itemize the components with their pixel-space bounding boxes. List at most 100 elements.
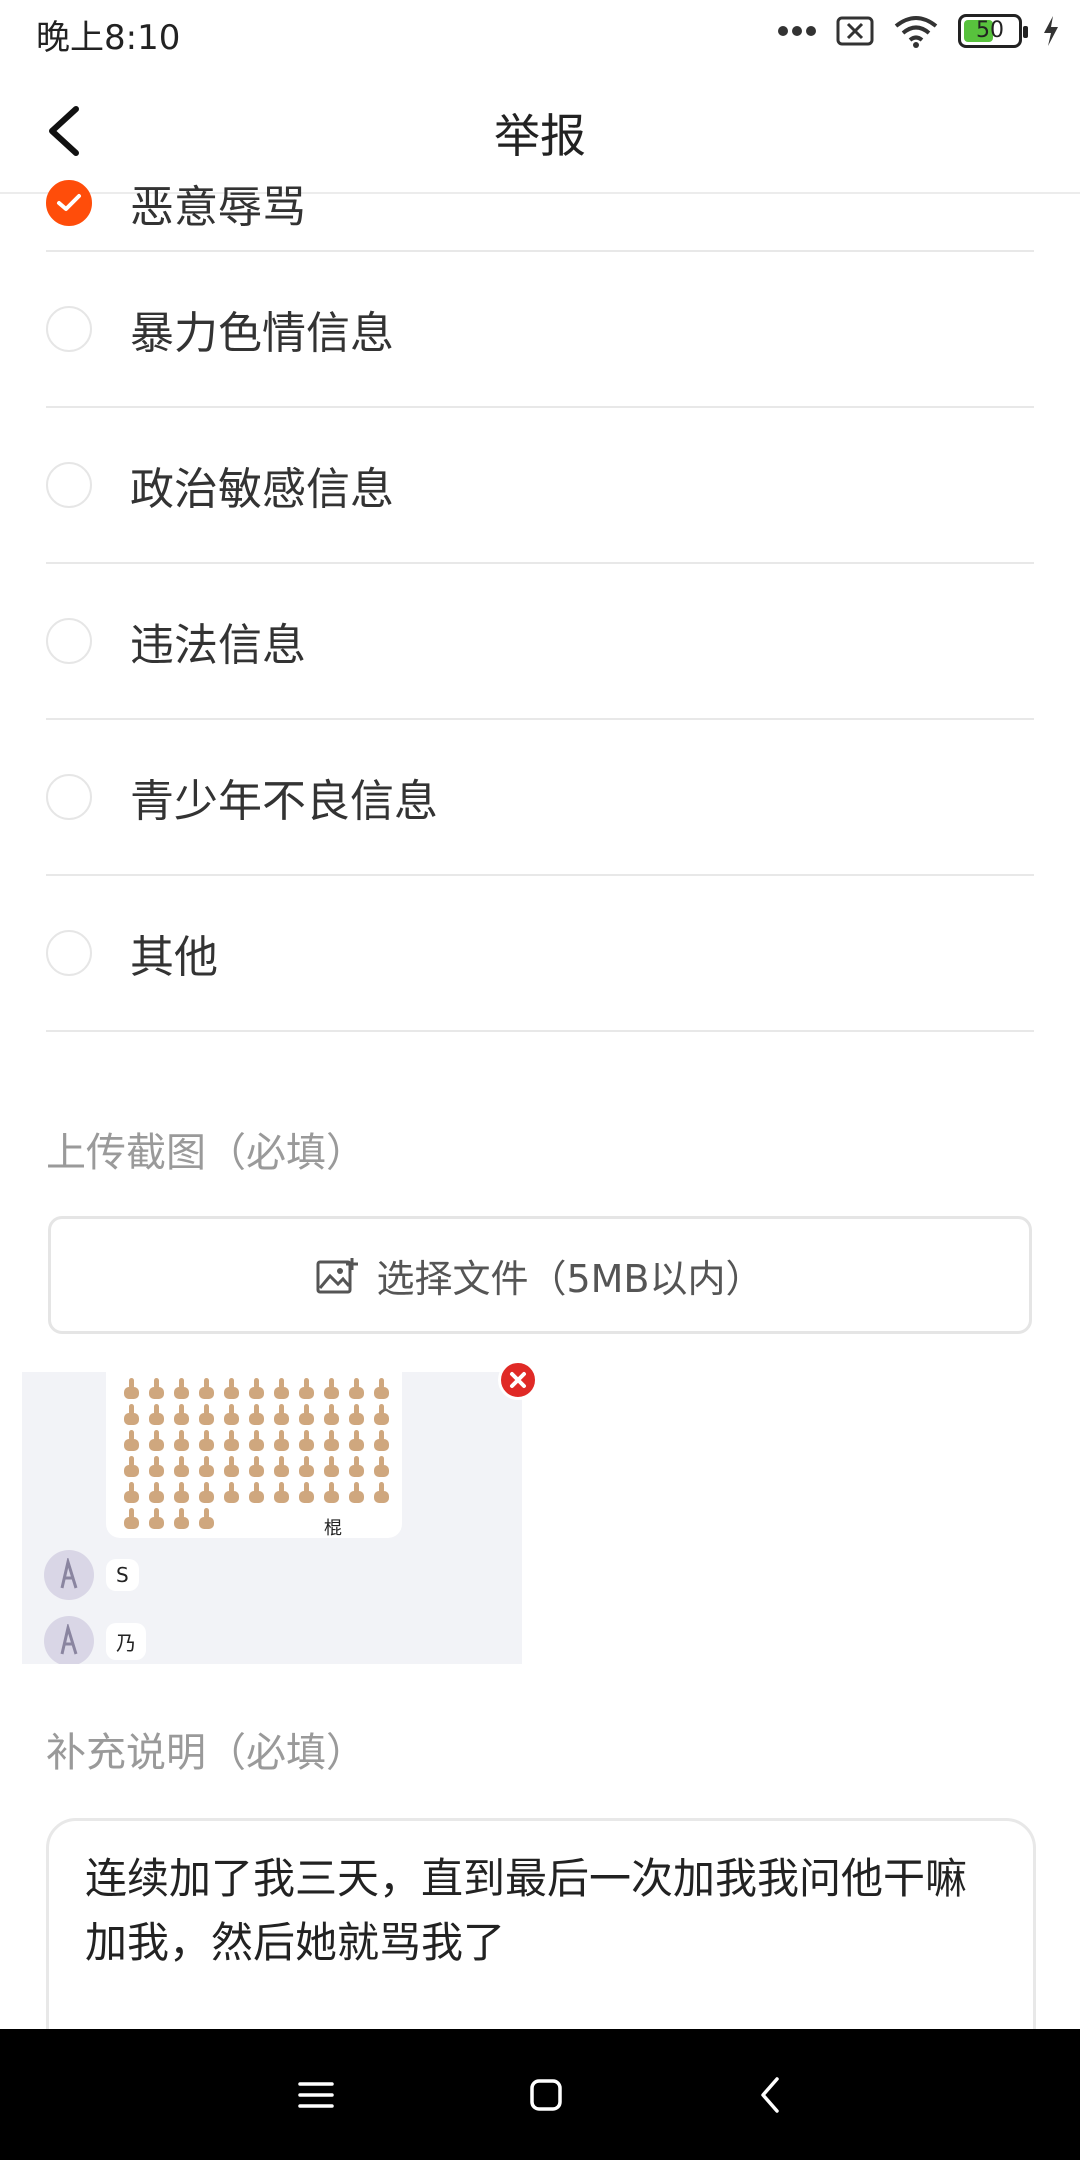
middle-finger-emoji-grid xyxy=(120,1378,395,1534)
radio-unchecked-icon[interactable] xyxy=(46,774,92,820)
middle-finger-emoji xyxy=(145,1378,167,1400)
middle-finger-emoji xyxy=(345,1456,367,1478)
middle-finger-emoji xyxy=(120,1482,142,1504)
middle-finger-emoji xyxy=(320,1482,342,1504)
middle-finger-emoji xyxy=(320,1404,342,1426)
middle-finger-emoji xyxy=(370,1404,392,1426)
report-option-minors[interactable]: 青少年不良信息 xyxy=(46,720,1034,876)
middle-finger-emoji xyxy=(220,1430,242,1452)
middle-finger-emoji xyxy=(295,1404,317,1426)
choose-file-button[interactable]: 选择文件（5MB以内） xyxy=(48,1216,1032,1334)
middle-finger-emoji xyxy=(170,1378,192,1400)
avatar xyxy=(44,1616,94,1664)
chat-message: 乃 xyxy=(44,1616,146,1664)
more-dots-icon xyxy=(778,26,816,36)
middle-finger-emoji xyxy=(195,1482,217,1504)
middle-finger-emoji xyxy=(170,1456,192,1478)
report-option-label: 政治敏感信息 xyxy=(130,464,394,515)
middle-finger-emoji xyxy=(270,1430,292,1452)
upload-section-label: 上传截图（必填） xyxy=(46,1130,366,1176)
radio-unchecked-icon[interactable] xyxy=(46,306,92,352)
middle-finger-emoji xyxy=(370,1482,392,1504)
middle-finger-emoji xyxy=(195,1430,217,1452)
radio-checked-icon[interactable] xyxy=(46,180,92,226)
back-nav-icon[interactable] xyxy=(758,2076,782,2114)
battery-icon: 50 xyxy=(958,14,1028,48)
middle-finger-emoji xyxy=(120,1378,142,1400)
middle-finger-emoji xyxy=(370,1430,392,1452)
report-option-label: 青少年不良信息 xyxy=(130,776,438,827)
description-text: 连续加了我三天，直到最后一次加我我问他干嘛加我，然后她就骂我了 xyxy=(85,1854,968,1967)
middle-finger-emoji xyxy=(370,1456,392,1478)
radio-unchecked-icon[interactable] xyxy=(46,618,92,664)
middle-finger-emoji xyxy=(220,1456,242,1478)
report-reason-list: 恶意辱骂 暴力色情信息 政治敏感信息 违法信息 青少年不良信息 其他 xyxy=(46,180,1034,1032)
middle-finger-emoji xyxy=(295,1430,317,1452)
middle-finger-emoji xyxy=(245,1378,267,1400)
middle-finger-emoji xyxy=(170,1430,192,1452)
report-option-violence-porn[interactable]: 暴力色情信息 xyxy=(46,252,1034,408)
middle-finger-emoji xyxy=(120,1508,142,1530)
menu-icon[interactable] xyxy=(297,2080,334,2110)
report-option-illegal[interactable]: 违法信息 xyxy=(46,564,1034,720)
wifi-icon xyxy=(894,16,938,48)
middle-finger-emoji xyxy=(195,1404,217,1426)
chat-message-text: S xyxy=(106,1559,139,1591)
middle-finger-emoji xyxy=(170,1404,192,1426)
middle-finger-emoji xyxy=(195,1378,217,1400)
middle-finger-emoji xyxy=(120,1456,142,1478)
home-icon[interactable] xyxy=(529,2078,563,2112)
uploaded-screenshot-thumbnail[interactable]: 棍 S 乃 xyxy=(22,1372,522,1664)
middle-finger-emoji xyxy=(370,1378,392,1400)
status-bar: 晚上8:10 50 xyxy=(0,0,1080,66)
middle-finger-emoji xyxy=(170,1508,192,1530)
middle-finger-emoji xyxy=(245,1404,267,1426)
battery-level: 50 xyxy=(976,18,1004,43)
middle-finger-emoji xyxy=(145,1482,167,1504)
choose-file-label: 选择文件（5MB以内） xyxy=(376,1256,764,1301)
status-icons: 50 xyxy=(778,14,1060,48)
middle-finger-emoji xyxy=(145,1404,167,1426)
report-option-label: 恶意辱骂 xyxy=(130,182,306,233)
report-option-label: 违法信息 xyxy=(130,620,306,671)
report-option-abuse[interactable]: 恶意辱骂 xyxy=(46,156,1034,252)
no-sim-icon xyxy=(836,16,874,46)
report-option-label: 暴力色情信息 xyxy=(130,308,394,359)
emoji-caption: 棍 xyxy=(324,1518,342,1539)
middle-finger-emoji xyxy=(120,1430,142,1452)
middle-finger-emoji xyxy=(245,1482,267,1504)
middle-finger-emoji xyxy=(195,1456,217,1478)
middle-finger-emoji xyxy=(270,1378,292,1400)
middle-finger-emoji xyxy=(245,1456,267,1478)
middle-finger-emoji xyxy=(270,1456,292,1478)
description-section-label: 补充说明（必填） xyxy=(46,1730,366,1776)
middle-finger-emoji xyxy=(345,1378,367,1400)
image-upload-icon xyxy=(316,1258,359,1294)
report-option-label: 其他 xyxy=(130,932,218,983)
middle-finger-emoji xyxy=(170,1482,192,1504)
middle-finger-emoji xyxy=(220,1482,242,1504)
middle-finger-emoji xyxy=(295,1482,317,1504)
middle-finger-emoji xyxy=(320,1430,342,1452)
chat-message: S xyxy=(44,1550,139,1600)
middle-finger-emoji xyxy=(145,1508,167,1530)
system-nav-bar xyxy=(0,2029,1080,2160)
report-option-other[interactable]: 其他 xyxy=(46,876,1034,1032)
radio-unchecked-icon[interactable] xyxy=(46,930,92,976)
middle-finger-emoji xyxy=(120,1404,142,1426)
charging-icon xyxy=(1044,16,1058,46)
middle-finger-emoji xyxy=(295,1378,317,1400)
middle-finger-emoji xyxy=(320,1378,342,1400)
middle-finger-emoji xyxy=(345,1482,367,1504)
middle-finger-emoji xyxy=(345,1430,367,1452)
middle-finger-emoji xyxy=(220,1378,242,1400)
radio-unchecked-icon[interactable] xyxy=(46,462,92,508)
middle-finger-emoji xyxy=(270,1404,292,1426)
remove-image-icon[interactable] xyxy=(498,1360,538,1400)
avatar xyxy=(44,1550,94,1600)
emoji-message-bubble: 棍 xyxy=(106,1372,402,1539)
middle-finger-emoji xyxy=(195,1508,217,1530)
middle-finger-emoji xyxy=(220,1404,242,1426)
report-option-political[interactable]: 政治敏感信息 xyxy=(46,408,1034,564)
middle-finger-emoji xyxy=(145,1456,167,1478)
